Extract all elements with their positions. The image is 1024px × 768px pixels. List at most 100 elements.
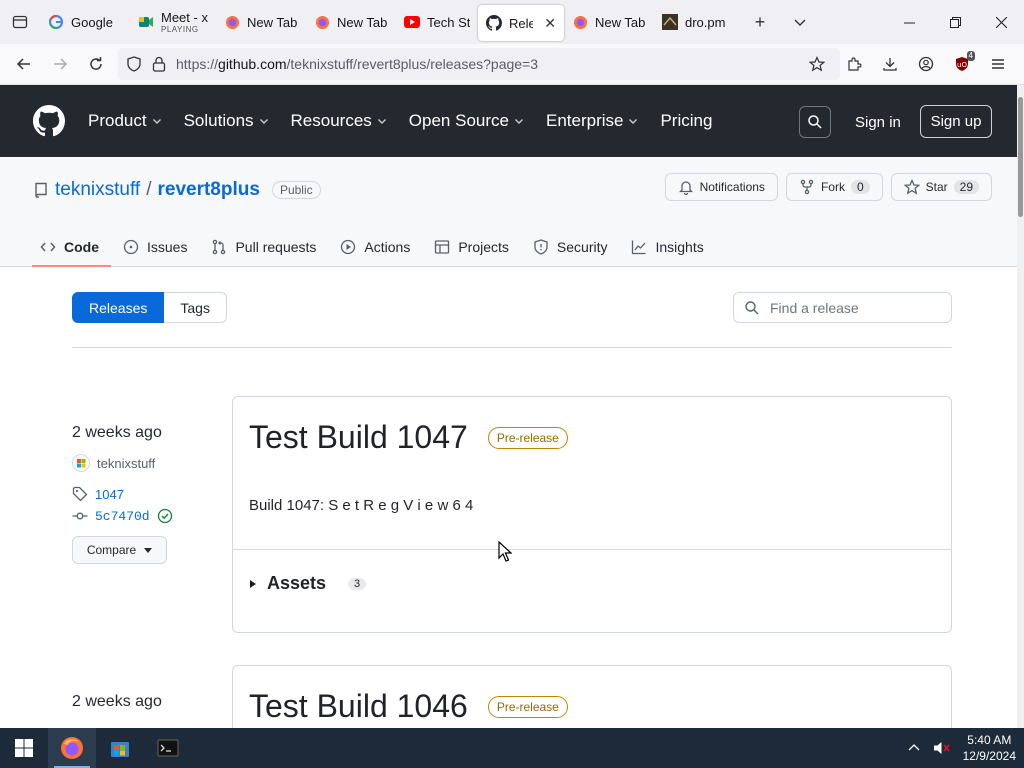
restore-button[interactable] — [932, 0, 978, 44]
assets-toggle[interactable]: Assets 3 — [249, 573, 367, 594]
browser-tab-google[interactable]: Google — [40, 4, 130, 40]
author-name: teknixstuff — [97, 455, 156, 471]
release-title[interactable]: Test Build 1046 — [249, 688, 468, 725]
firefox-icon — [314, 14, 330, 30]
find-release-input[interactable]: Find a release — [733, 292, 952, 323]
play-circle-icon — [341, 239, 356, 255]
new-tab-button[interactable]: + — [740, 0, 780, 44]
sign-up-button[interactable]: Sign up — [920, 105, 992, 138]
release-author[interactable]: teknixstuff — [72, 454, 173, 472]
tracking-protection-icon[interactable] — [126, 56, 142, 72]
tab-insights[interactable]: Insights — [619, 227, 715, 267]
tab-actions[interactable]: Actions — [328, 227, 422, 267]
reload-button[interactable] — [78, 48, 114, 80]
release-title[interactable]: Test Build 1047 — [249, 419, 468, 456]
volume-muted-icon[interactable] — [933, 740, 951, 756]
windows-taskbar: 5:40 AM 12/9/2024 — [0, 728, 1024, 768]
system-tray: 5:40 AM 12/9/2024 — [907, 728, 1016, 768]
close-icon — [995, 16, 1007, 28]
repo-title: teknixstuff / revert8plus Public — [33, 179, 321, 201]
menu-resources[interactable]: Resources — [291, 111, 387, 131]
releases-tab-button[interactable]: Releases — [72, 292, 165, 323]
assets-label: Assets — [267, 573, 327, 593]
arrow-right-icon — [54, 58, 68, 70]
tab-projects[interactable]: Projects — [422, 227, 521, 267]
taskbar-terminal[interactable] — [144, 728, 192, 768]
firefox-icon — [224, 14, 240, 30]
release-commit[interactable]: 5c7470d — [72, 508, 173, 524]
release-tag[interactable]: 1047 — [72, 486, 173, 502]
page-scrollbar[interactable] — [1017, 85, 1024, 728]
repo-icon — [35, 182, 47, 198]
forward-button[interactable] — [42, 48, 78, 80]
release-meta: 2 weeks ago — [72, 693, 162, 711]
taskbar-clock[interactable]: 5:40 AM 12/9/2024 — [963, 732, 1016, 764]
tab-pull-requests[interactable]: Pull requests — [199, 227, 328, 267]
github-logo-icon[interactable] — [33, 105, 65, 142]
star-button[interactable]: Star 29 — [890, 173, 992, 201]
tab-security[interactable]: Security — [521, 227, 620, 267]
browser-tab-new-tab-3[interactable]: New Tab — [564, 4, 654, 40]
tab-code[interactable]: Code — [32, 227, 111, 267]
repo-owner-link[interactable]: teknixstuff — [55, 179, 140, 201]
taskbar-firefox[interactable] — [48, 728, 96, 768]
dropm-icon — [662, 14, 678, 30]
sign-in-link[interactable]: Sign in — [855, 114, 901, 131]
extension-badge: 4 — [966, 51, 975, 61]
ublock-extension-button[interactable]: uO 4 — [944, 48, 980, 80]
app-menu-button[interactable] — [980, 48, 1016, 80]
url-text[interactable]: https://github.com/teknixstuff/revert8pl… — [176, 56, 538, 72]
taskbar-store[interactable] — [96, 728, 144, 768]
compare-button[interactable]: Compare — [72, 536, 167, 564]
browser-tab-dropm[interactable]: dro.pm — [654, 4, 740, 40]
back-button[interactable] — [6, 48, 42, 80]
notifications-button[interactable]: Notifications — [664, 173, 778, 201]
code-icon — [40, 242, 56, 252]
tab-label: New Tab — [595, 14, 646, 30]
tags-tab-button[interactable]: Tags — [164, 292, 227, 323]
menu-solutions[interactable]: Solutions — [184, 111, 269, 131]
account-button[interactable] — [908, 48, 944, 80]
bookmark-star-button[interactable] — [804, 48, 830, 80]
chevron-down-icon — [794, 19, 806, 26]
tab-list-button[interactable] — [0, 0, 40, 44]
browser-tab-strip: Google Meet - x PLAYING New Tab New Tab T… — [0, 0, 1024, 44]
assets-count: 3 — [348, 577, 367, 590]
account-icon — [918, 56, 934, 72]
address-bar[interactable]: https://github.com/teknixstuff/revert8pl… — [118, 48, 840, 80]
browser-tab-new-tab-1[interactable]: New Tab — [216, 4, 306, 40]
menu-enterprise[interactable]: Enterprise — [546, 111, 638, 131]
chevron-up-icon[interactable] — [907, 741, 921, 755]
tab-label: New Tab — [337, 14, 388, 30]
repo-name-link[interactable]: revert8plus — [157, 179, 259, 201]
tab-issues[interactable]: Issues — [111, 227, 199, 267]
browser-navigation-bar: https://github.com/teknixstuff/revert8pl… — [0, 44, 1024, 85]
menu-pricing[interactable]: Pricing — [660, 111, 712, 131]
browser-tab-meet[interactable]: Meet - x PLAYING — [130, 4, 216, 40]
lock-icon[interactable] — [152, 56, 166, 72]
menu-open-source[interactable]: Open Source — [409, 111, 524, 131]
browser-tab-releases[interactable]: Relea ✕ — [478, 5, 564, 41]
shield-icon — [534, 239, 548, 255]
commit-icon — [72, 512, 88, 520]
downloads-button[interactable] — [872, 48, 908, 80]
google-icon — [48, 14, 64, 30]
start-button[interactable] — [0, 728, 48, 768]
list-all-tabs-button[interactable] — [780, 0, 820, 44]
tag-name: 1047 — [95, 486, 124, 502]
repo-nav-tabs: Code Issues Pull requests Actions Projec… — [32, 227, 716, 267]
table-icon — [435, 240, 450, 254]
extensions-button[interactable] — [836, 48, 872, 80]
menu-product[interactable]: Product — [88, 111, 162, 131]
github-search-button[interactable] — [799, 106, 831, 138]
scrollbar-thumb[interactable] — [1018, 97, 1023, 217]
fork-button[interactable]: Fork 0 — [785, 173, 883, 201]
graph-icon — [632, 240, 646, 255]
close-window-button[interactable] — [978, 0, 1024, 44]
browser-tab-youtube[interactable]: Tech Stu — [396, 4, 478, 40]
browser-tab-new-tab-2[interactable]: New Tab — [306, 4, 396, 40]
close-tab-icon[interactable]: ✕ — [544, 15, 556, 32]
chevron-down-icon — [259, 119, 268, 124]
minimize-button[interactable] — [886, 0, 932, 44]
minimize-icon — [903, 22, 915, 23]
